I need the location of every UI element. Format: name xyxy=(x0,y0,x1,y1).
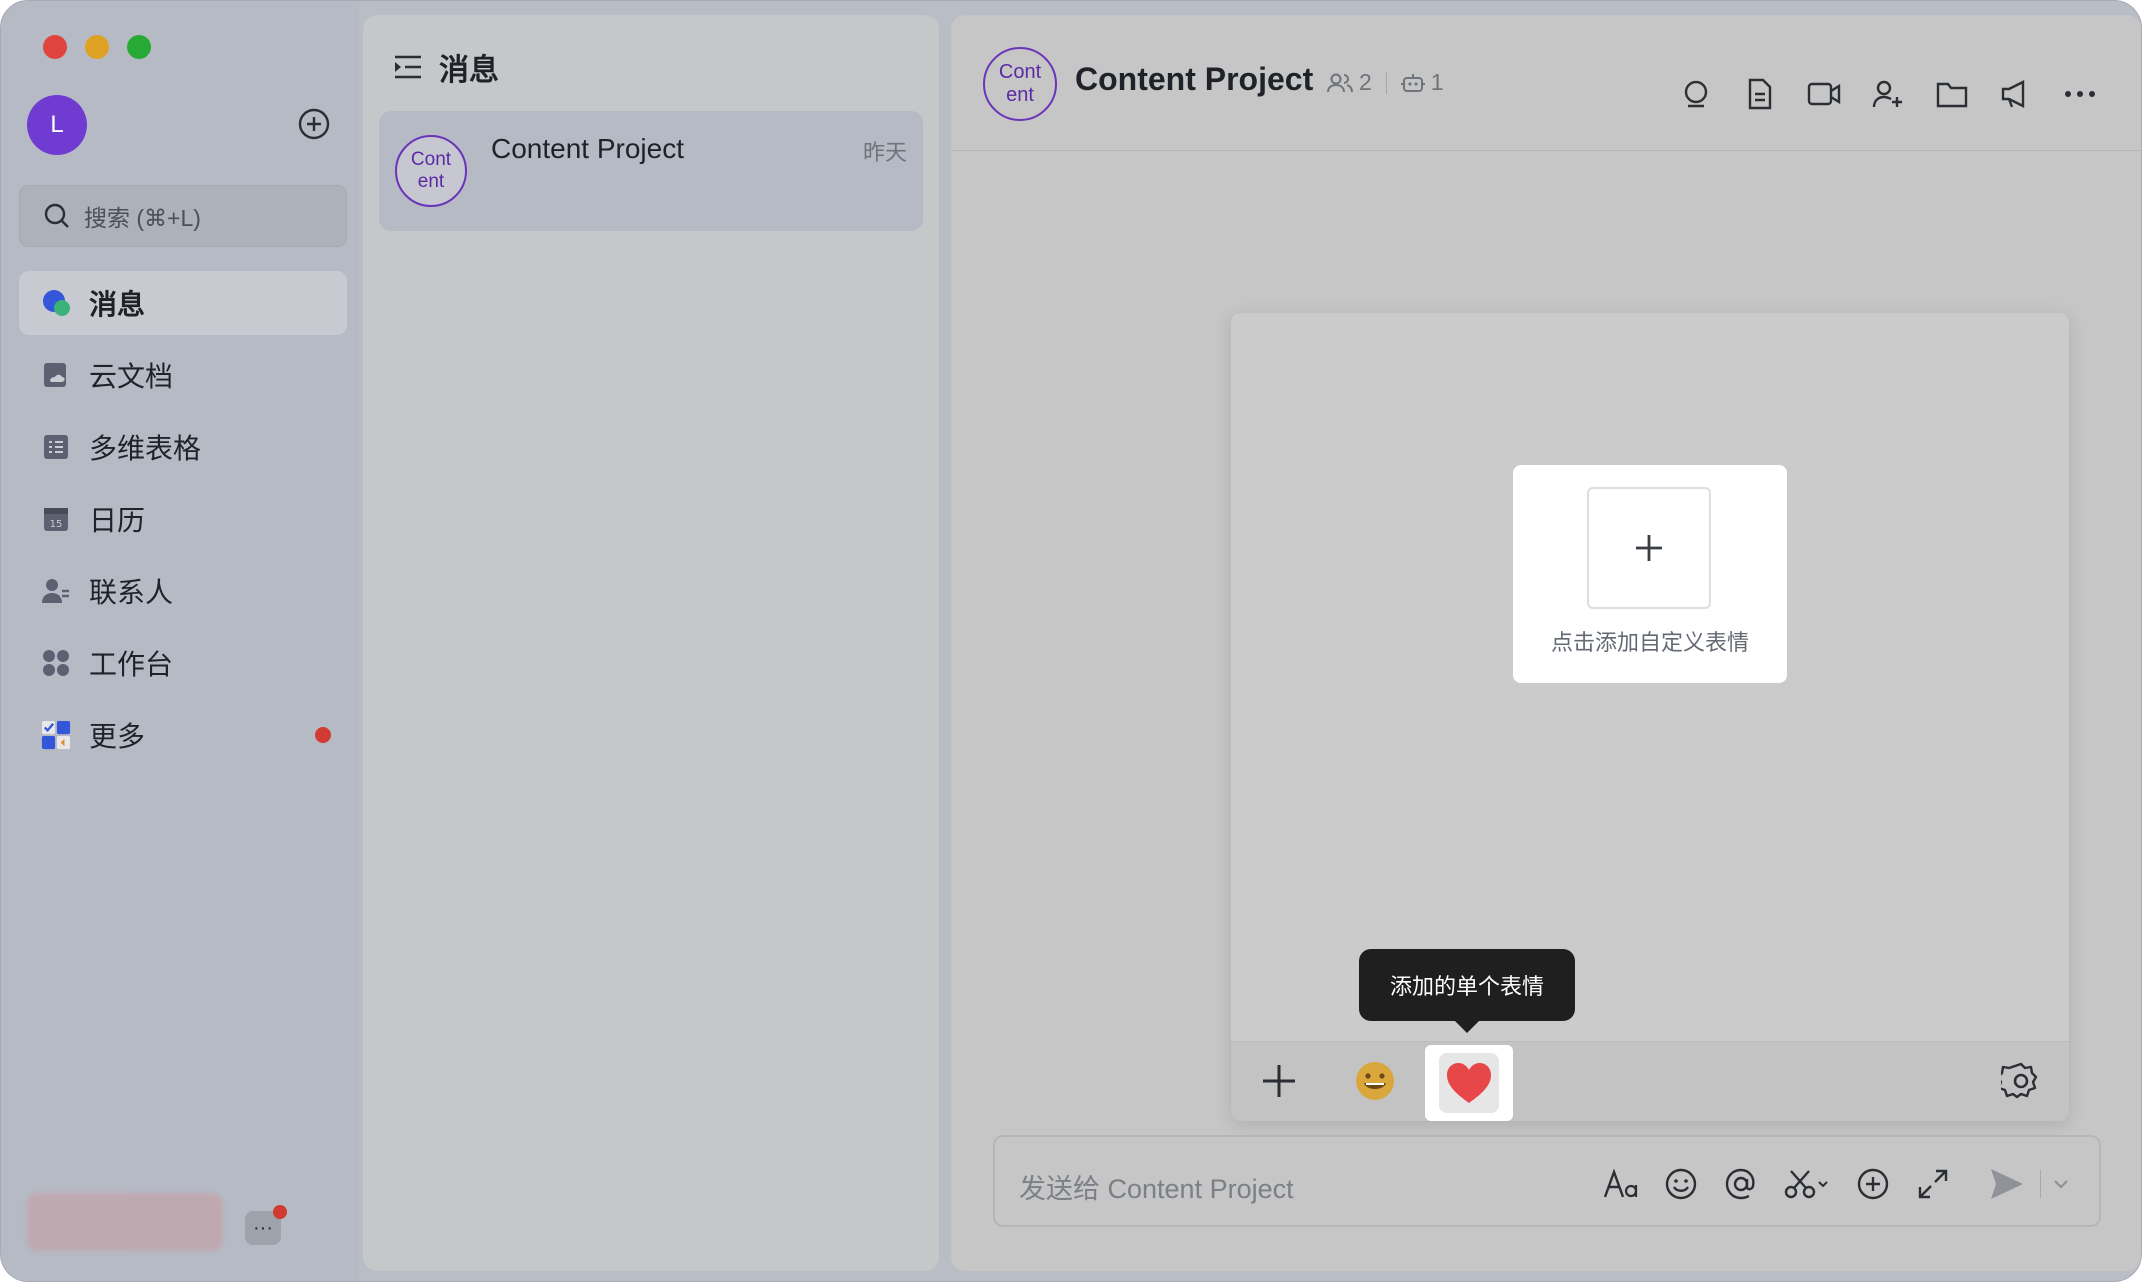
notification-badge xyxy=(315,727,331,743)
input-placeholder: 发送给 Content Project xyxy=(1019,1174,1294,1204)
mention-icon[interactable] xyxy=(1722,1165,1760,1203)
sidebar-item-messages[interactable]: 消息 xyxy=(19,271,347,335)
message-icon xyxy=(41,288,71,318)
more-options-icon[interactable] xyxy=(2063,77,2097,111)
send-options-chevron-icon[interactable] xyxy=(2051,1165,2071,1203)
announcement-icon[interactable] xyxy=(1999,77,2033,111)
list-header: 消息 xyxy=(393,45,499,89)
calendar-icon: 15 xyxy=(41,504,71,534)
emoji-icon[interactable] xyxy=(1662,1165,1700,1203)
svg-text:15: 15 xyxy=(50,519,63,530)
workplace-icon xyxy=(41,648,71,678)
sidebar-item-cloud-docs[interactable]: 云文档 xyxy=(19,343,347,407)
add-member-icon[interactable] xyxy=(1871,77,1905,111)
sidebar-item-workplace[interactable]: 工作台 xyxy=(19,631,347,695)
more-options-button[interactable]: ··· xyxy=(245,1205,287,1245)
members-icon xyxy=(1327,73,1353,92)
meta-divider xyxy=(1385,71,1387,94)
sidebar-item-label: 多维表格 xyxy=(89,433,202,464)
search-placeholder: 搜索 (⌘+L) xyxy=(84,205,201,231)
sidebar-item-label: 云文档 xyxy=(89,361,174,392)
add-sticker-button[interactable] xyxy=(1587,487,1711,609)
plus-icon xyxy=(1636,535,1662,561)
chat-header-actions xyxy=(1649,77,2097,111)
conversation-avatar: Cont ent xyxy=(395,135,467,207)
create-plus-icon[interactable] xyxy=(297,107,331,141)
heart-sticker xyxy=(1439,1053,1499,1113)
search-icon xyxy=(44,203,69,228)
avatar-text: Cont ent xyxy=(410,149,452,192)
chat-avatar[interactable]: Cont ent xyxy=(983,47,1057,121)
close-window-button[interactable] xyxy=(43,35,67,59)
text-format-icon[interactable] xyxy=(1602,1165,1640,1203)
user-avatar[interactable]: L xyxy=(27,95,87,155)
more-apps-icon xyxy=(41,720,71,750)
base-table-icon xyxy=(41,432,71,462)
sidebar-item-label: 工作台 xyxy=(89,649,174,680)
sticker-tooltip: 添加的单个表情 xyxy=(1359,949,1575,1033)
avatar-text: Cont ent xyxy=(998,61,1042,106)
tooltip-text: 添加的单个表情 xyxy=(1389,974,1544,999)
conversation-time: 昨天 xyxy=(862,140,907,165)
send-divider xyxy=(2040,1170,2041,1198)
custom-sticker-tab[interactable] xyxy=(1425,1045,1513,1121)
maximize-window-button[interactable] xyxy=(127,35,151,59)
add-attachment-icon[interactable] xyxy=(1854,1165,1892,1203)
blurred-account-info xyxy=(27,1193,223,1251)
send-icon[interactable] xyxy=(1988,1165,2026,1203)
list-title: 消息 xyxy=(439,54,499,87)
bot-icon xyxy=(1400,73,1425,92)
sidebar-item-calendar[interactable]: 15 日历 xyxy=(19,487,347,551)
cloud-doc-icon xyxy=(41,360,71,390)
chat-header: Cont ent Content Project 2 1 xyxy=(951,15,2141,151)
settings-gear-icon[interactable] xyxy=(2001,1061,2041,1101)
bot-count[interactable]: 1 xyxy=(1431,69,1444,96)
sticker-panel xyxy=(1231,313,2069,1121)
add-sticker-pack-icon[interactable] xyxy=(1259,1061,1299,1101)
member-count[interactable]: 2 xyxy=(1359,69,1372,96)
message-input[interactable]: 发送给 Content Project xyxy=(993,1135,2101,1227)
user-initial: L xyxy=(50,111,64,138)
sidebar-item-contacts[interactable]: 联系人 xyxy=(19,559,347,623)
more-dots-label: ··· xyxy=(253,1216,273,1239)
input-toolbar xyxy=(1580,1165,2071,1203)
document-icon[interactable] xyxy=(1743,77,1777,111)
search-box[interactable]: 搜索 (⌘+L) xyxy=(19,185,347,247)
conversation-list: 消息 Cont ent Content Project 昨天 xyxy=(363,15,939,1271)
sidebar-item-label: 联系人 xyxy=(89,577,174,608)
conversation-item[interactable]: Cont ent Content Project 昨天 xyxy=(379,111,923,231)
add-custom-sticker-card[interactable]: 点击添加自定义表情 xyxy=(1513,465,1787,683)
add-sticker-label: 点击添加自定义表情 xyxy=(1550,630,1749,655)
minimize-window-button[interactable] xyxy=(85,35,109,59)
heart-icon xyxy=(1447,1063,1491,1103)
sidebar-item-base[interactable]: 多维表格 xyxy=(19,415,347,479)
screenshot-scissors-icon[interactable] xyxy=(1782,1165,1832,1203)
emoji-tab-icon[interactable] xyxy=(1353,1059,1397,1103)
collapse-list-icon[interactable] xyxy=(393,54,423,80)
conversation-name: Content Project xyxy=(491,133,684,164)
folder-icon[interactable] xyxy=(1935,77,1969,111)
expand-input-icon[interactable] xyxy=(1914,1165,1952,1203)
sidebar-item-more[interactable]: 更多 xyxy=(19,703,347,767)
search-chat-icon[interactable] xyxy=(1679,77,1713,111)
contacts-icon xyxy=(41,576,71,606)
sidebar-item-label: 更多 xyxy=(89,721,146,752)
sidebar: L 搜索 (⌘+L) 消息 云文档 多维表格 15 日历 联系人 工作台 更多 … xyxy=(1,1,359,1281)
chat-meta: 2 1 xyxy=(1327,69,1444,96)
sidebar-item-label: 消息 xyxy=(89,289,146,320)
notification-badge xyxy=(273,1205,287,1219)
app-window: L 搜索 (⌘+L) 消息 云文档 多维表格 15 日历 联系人 工作台 更多 … xyxy=(0,0,2142,1282)
chat-title[interactable]: Content Project xyxy=(1075,61,1313,98)
sidebar-item-label: 日历 xyxy=(89,505,146,536)
video-call-icon[interactable] xyxy=(1807,77,1841,111)
